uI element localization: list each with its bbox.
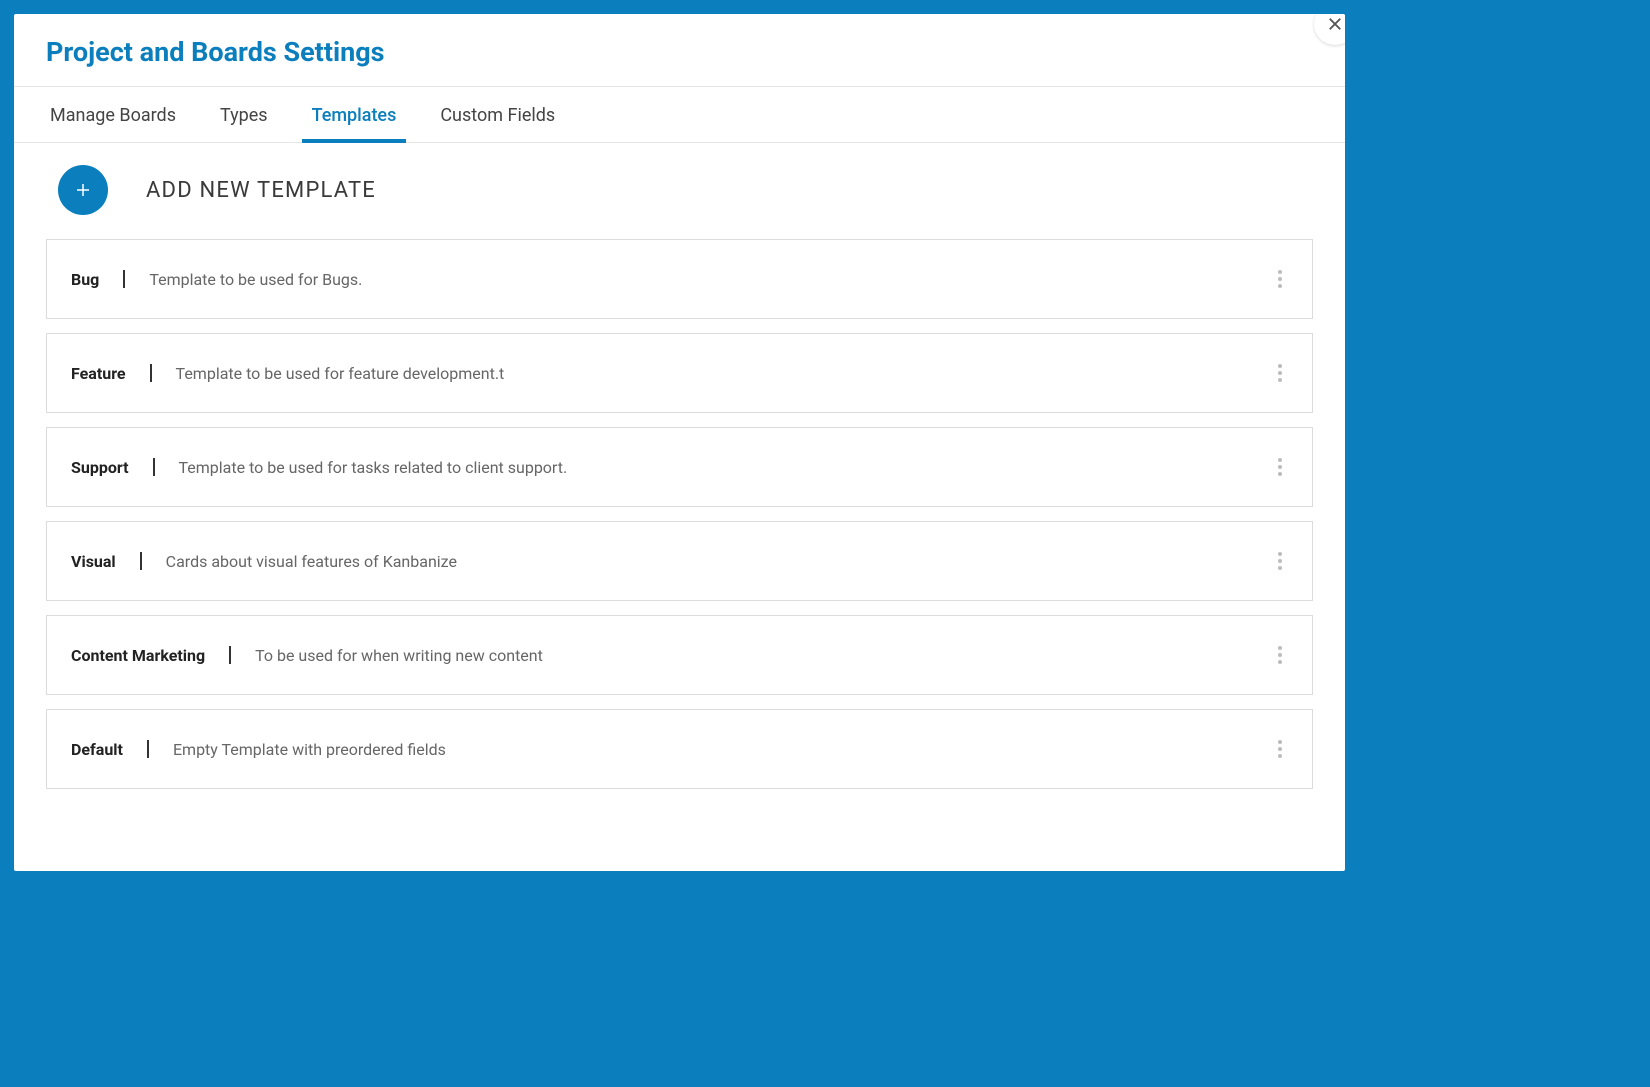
- divider: [123, 270, 125, 288]
- tab-templates[interactable]: Templates: [308, 87, 401, 142]
- templates-content: ADD NEW TEMPLATE Bug Template to be used…: [14, 143, 1345, 871]
- template-description: Cards about visual features of Kanbanize: [166, 552, 1272, 571]
- plus-icon: [74, 181, 92, 199]
- add-template-label: ADD NEW TEMPLATE: [146, 178, 376, 203]
- tab-types[interactable]: Types: [216, 87, 272, 142]
- more-vertical-icon: [1278, 458, 1282, 462]
- template-row[interactable]: Support Template to be used for tasks re…: [46, 427, 1313, 507]
- template-description: Template to be used for feature developm…: [176, 364, 1272, 383]
- divider: [153, 458, 155, 476]
- template-more-button[interactable]: [1272, 548, 1288, 574]
- template-row[interactable]: Visual Cards about visual features of Ka…: [46, 521, 1313, 601]
- tab-custom-fields[interactable]: Custom Fields: [436, 87, 559, 142]
- tabs-bar: Manage Boards Types Templates Custom Fie…: [14, 87, 1345, 143]
- more-vertical-icon: [1278, 552, 1282, 556]
- template-name: Bug: [71, 270, 99, 289]
- add-template-button[interactable]: [58, 165, 108, 215]
- divider: [150, 364, 152, 382]
- template-row[interactable]: Bug Template to be used for Bugs.: [46, 239, 1313, 319]
- more-vertical-icon: [1278, 270, 1282, 274]
- more-vertical-icon: [1278, 364, 1282, 368]
- page-title: Project and Boards Settings: [46, 36, 1313, 68]
- template-row[interactable]: Feature Template to be used for feature …: [46, 333, 1313, 413]
- template-description: Template to be used for tasks related to…: [179, 458, 1272, 477]
- template-description: Empty Template with preordered fields: [173, 740, 1272, 759]
- template-name: Default: [71, 740, 123, 759]
- template-row[interactable]: Default Empty Template with preordered f…: [46, 709, 1313, 789]
- template-more-button[interactable]: [1272, 360, 1288, 386]
- tab-manage-boards[interactable]: Manage Boards: [46, 87, 180, 142]
- more-vertical-icon: [1278, 740, 1282, 744]
- close-icon: [1326, 15, 1344, 33]
- more-vertical-icon: [1278, 646, 1282, 650]
- template-name: Support: [71, 458, 129, 477]
- modal-header: Project and Boards Settings: [14, 14, 1345, 87]
- template-name: Content Marketing: [71, 646, 205, 665]
- template-name: Visual: [71, 552, 116, 571]
- add-template-row: ADD NEW TEMPLATE: [46, 165, 1313, 215]
- divider: [147, 740, 149, 758]
- divider: [229, 646, 231, 664]
- template-more-button[interactable]: [1272, 736, 1288, 762]
- template-description: Template to be used for Bugs.: [149, 270, 1272, 289]
- template-row[interactable]: Content Marketing To be used for when wr…: [46, 615, 1313, 695]
- settings-modal: Project and Boards Settings Manage Board…: [14, 14, 1345, 871]
- template-name: Feature: [71, 364, 126, 383]
- template-more-button[interactable]: [1272, 642, 1288, 668]
- divider: [140, 552, 142, 570]
- template-more-button[interactable]: [1272, 266, 1288, 292]
- template-description: To be used for when writing new content: [255, 646, 1272, 665]
- template-more-button[interactable]: [1272, 454, 1288, 480]
